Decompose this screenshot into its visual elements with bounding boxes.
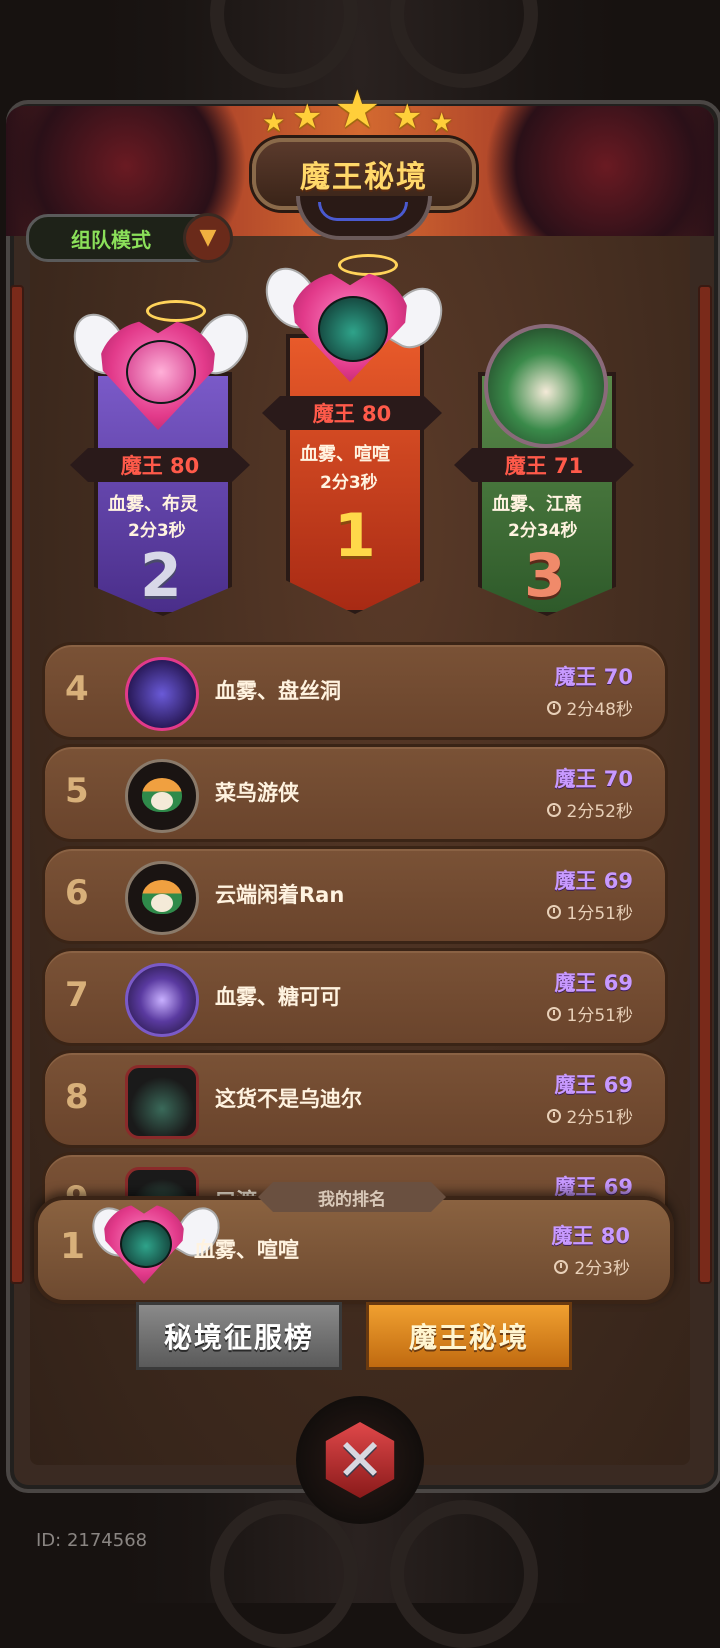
level-badge: 魔王 80 xyxy=(262,396,442,430)
clear-time: 2分48秒 xyxy=(546,695,633,720)
clear-time: 1分51秒 xyxy=(546,899,633,924)
right-rail xyxy=(698,285,712,1284)
clear-time-value: 2分51秒 xyxy=(566,1108,633,1128)
clear-time-value: 2分48秒 xyxy=(566,700,633,720)
clear-time-value: 1分51秒 xyxy=(566,1006,633,1026)
clock-icon xyxy=(546,1006,561,1021)
player-name: 菜鸟游侠 xyxy=(215,781,299,805)
clear-time: 2分3秒 xyxy=(320,473,378,493)
decor-swirl xyxy=(210,1500,358,1648)
rank-number: 7 xyxy=(65,975,89,1015)
clock-icon xyxy=(546,904,561,919)
clock-icon xyxy=(546,700,561,715)
star-icon: ★ xyxy=(334,80,381,140)
clear-time: 2分3秒 xyxy=(128,521,186,541)
rank-number: 4 xyxy=(65,669,89,709)
player-name: 云端闲着Ran xyxy=(215,883,345,907)
tab-conquer-ranking[interactable]: 秘境征服榜 xyxy=(136,1302,342,1370)
page-title: 魔王秘境 xyxy=(300,160,428,195)
level-badge: 魔王 80 xyxy=(70,448,250,482)
halo-icon xyxy=(338,254,398,276)
avatar xyxy=(126,340,196,404)
level-badge: 魔王 70 xyxy=(554,665,633,689)
list-item[interactable]: 8 这货不是乌迪尔 魔王 69 2分51秒 xyxy=(42,1050,668,1148)
level-badge: 魔王 70 xyxy=(554,767,633,791)
avatar xyxy=(120,1220,172,1268)
avatar xyxy=(125,861,199,935)
list-item[interactable]: 4 血雾、盘丝洞 魔王 70 2分48秒 xyxy=(42,642,668,740)
clear-time: 2分51秒 xyxy=(546,1103,633,1128)
mode-dropdown[interactable]: 组队模式 ▼ xyxy=(26,213,233,263)
star-icon: ★ xyxy=(292,97,323,137)
rank-number: 1 xyxy=(334,501,376,571)
avatar xyxy=(125,759,199,833)
clear-time-value: 1分51秒 xyxy=(566,904,633,924)
tab-boss-realm[interactable]: 魔王秘境 xyxy=(366,1302,572,1370)
player-name: 血雾、江离 xyxy=(492,494,582,515)
close-button[interactable]: ✕ xyxy=(296,1396,424,1524)
rank-number: 8 xyxy=(65,1077,89,1117)
clear-time: 2分3秒 xyxy=(554,1254,630,1279)
clear-time: 2分52秒 xyxy=(546,797,633,822)
avatar xyxy=(484,324,608,448)
avatar xyxy=(125,963,199,1037)
avatar xyxy=(125,1065,199,1139)
player-name: 血雾、糖可可 xyxy=(215,985,341,1009)
rank-number: 6 xyxy=(65,873,89,913)
level-badge: 魔王 69 xyxy=(554,1073,633,1097)
level-badge: 魔王 69 xyxy=(554,971,633,995)
clock-icon xyxy=(546,802,561,817)
clear-time-value: 2分52秒 xyxy=(566,802,633,822)
player-name: 血雾、喧喧 xyxy=(194,1238,299,1262)
player-name: 这货不是乌迪尔 xyxy=(215,1087,362,1111)
star-icon: ★ xyxy=(392,97,423,137)
level-badge: 魔王 71 xyxy=(454,448,634,482)
my-rank-tag: 我的排名 xyxy=(258,1182,446,1212)
level-badge: 魔王 69 xyxy=(554,869,633,893)
avatar xyxy=(318,296,388,362)
halo-icon xyxy=(146,300,206,322)
close-icon: ✕ xyxy=(325,1422,395,1498)
player-name: 血雾、喧喧 xyxy=(300,444,390,465)
clock-icon xyxy=(546,1108,561,1123)
clear-time-value: 2分3秒 xyxy=(574,1259,630,1279)
list-item[interactable]: 6 云端闲着Ran 魔王 69 1分51秒 xyxy=(42,846,668,944)
level-badge: 魔王 80 xyxy=(551,1224,630,1248)
rank-number: 3 xyxy=(524,541,566,611)
star-icon: ★ xyxy=(262,108,286,138)
clock-icon xyxy=(554,1259,569,1274)
clear-time: 2分34秒 xyxy=(508,521,578,541)
rank-number: 5 xyxy=(65,771,89,811)
left-rail xyxy=(10,285,24,1284)
chevron-down-icon[interactable]: ▼ xyxy=(183,213,233,263)
user-id: ID: 2174568 xyxy=(36,1530,148,1551)
list-item[interactable]: 7 血雾、糖可可 魔王 69 1分51秒 xyxy=(42,948,668,1046)
clear-time: 1分51秒 xyxy=(546,1001,633,1026)
player-name: 血雾、盘丝洞 xyxy=(215,679,341,703)
rank-number: 2 xyxy=(140,541,182,611)
player-name: 血雾、布灵 xyxy=(108,494,198,515)
star-icon: ★ xyxy=(430,108,454,138)
list-item[interactable]: 5 菜鸟游侠 魔王 70 2分52秒 xyxy=(42,744,668,842)
decor-swirl xyxy=(390,1500,538,1648)
star-rating: ★ ★ ★ ★ ★ xyxy=(262,84,458,138)
rank-number: 1 xyxy=(60,1226,86,1267)
my-rank-row[interactable]: 1 血雾、喧喧 魔王 80 2分3秒 xyxy=(34,1196,674,1304)
avatar xyxy=(125,657,199,731)
mode-label: 组队模式 xyxy=(71,227,151,252)
